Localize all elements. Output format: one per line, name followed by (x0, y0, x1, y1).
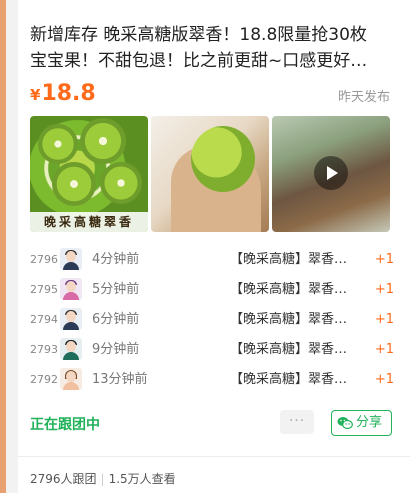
avatar (60, 248, 82, 270)
peeled-kiwi-image[interactable] (151, 116, 269, 232)
footer-stats: 2796人跟团 | 1.5万人查看 (30, 470, 176, 487)
image-caption: 晚采高糖翠香 (30, 212, 148, 232)
order-number: 2793 (30, 343, 58, 356)
order-row[interactable]: 2795 5分钟前 【晚采高糖】翠香… +1 (30, 278, 394, 308)
group-buy-card[interactable]: 新增库存 晚采高糖版翠香！18.8限量抢30枚宝宝果！不甜包退！比之前更甜~口感… (18, 0, 410, 493)
price-row: ¥18.8 昨天发布 (30, 80, 390, 108)
joined-count: 2796人跟团 (30, 472, 97, 486)
wechat-icon (337, 417, 353, 430)
order-qty: +1 (374, 282, 394, 297)
kiwi-slice (38, 124, 78, 164)
post-title[interactable]: 新增库存 晚采高糖版翠香！18.8限量抢30枚宝宝果！不甜包退！比之前更甜~口感… (30, 22, 380, 74)
group-status: 正在跟团中 (30, 417, 100, 433)
avatar (60, 368, 82, 390)
order-item: 【晚采高糖】翠香… (230, 282, 348, 297)
order-qty: +1 (374, 372, 394, 387)
avatar (60, 278, 82, 300)
order-item: 【晚采高糖】翠香… (230, 372, 348, 387)
more-options-button[interactable]: ··· (280, 410, 314, 434)
play-icon[interactable] (314, 156, 348, 190)
order-qty: +1 (374, 342, 394, 357)
order-time: 5分钟前 (92, 282, 140, 297)
kiwi-vine-video-thumbnail[interactable] (272, 116, 390, 232)
order-time: 9分钟前 (92, 342, 140, 357)
price: ¥18.8 (30, 80, 96, 109)
order-number: 2792 (30, 373, 58, 386)
image-gallery: 晚采高糖翠香 (30, 116, 390, 232)
kiwi-slice (52, 162, 96, 206)
order-row[interactable]: 2793 9分钟前 【晚采高糖】翠香… +1 (30, 338, 394, 368)
view-count: 1.5万人查看 (108, 472, 176, 486)
divider (18, 456, 410, 457)
order-row[interactable]: 2794 6分钟前 【晚采高糖】翠香… +1 (30, 308, 394, 338)
order-row[interactable]: 2792 13分钟前 【晚采高糖】翠香… +1 (30, 368, 394, 398)
price-symbol: ¥ (30, 86, 41, 104)
recent-orders-list: 2796 4分钟前 【晚采高糖】翠香… +1 2795 5分钟前 【晚采高糖】翠… (30, 248, 394, 398)
left-edge-strip (0, 0, 6, 493)
kiwi-slices-image[interactable]: 晚采高糖翠香 (30, 116, 148, 232)
share-button[interactable]: 分享 (331, 410, 392, 436)
order-time: 13分钟前 (92, 372, 148, 387)
order-item: 【晚采高糖】翠香… (230, 252, 348, 267)
order-row[interactable]: 2796 4分钟前 【晚采高糖】翠香… +1 (30, 248, 394, 278)
peeled-kiwi-shape (191, 126, 255, 192)
price-value: 18.8 (41, 81, 96, 106)
kiwi-slice (100, 162, 142, 204)
avatar (60, 338, 82, 360)
order-number: 2795 (30, 283, 58, 296)
order-item: 【晚采高糖】翠香… (230, 312, 348, 327)
order-qty: +1 (374, 312, 394, 327)
order-time: 6分钟前 (92, 312, 140, 327)
order-number: 2794 (30, 313, 58, 326)
kiwi-slice (80, 118, 126, 164)
order-number: 2796 (30, 253, 58, 266)
posted-time: 昨天发布 (337, 90, 390, 105)
order-time: 4分钟前 (92, 252, 140, 267)
avatar (60, 308, 82, 330)
share-label: 分享 (356, 415, 383, 430)
order-qty: +1 (374, 252, 394, 267)
separator: | (100, 472, 105, 486)
order-item: 【晚采高糖】翠香… (230, 342, 348, 357)
